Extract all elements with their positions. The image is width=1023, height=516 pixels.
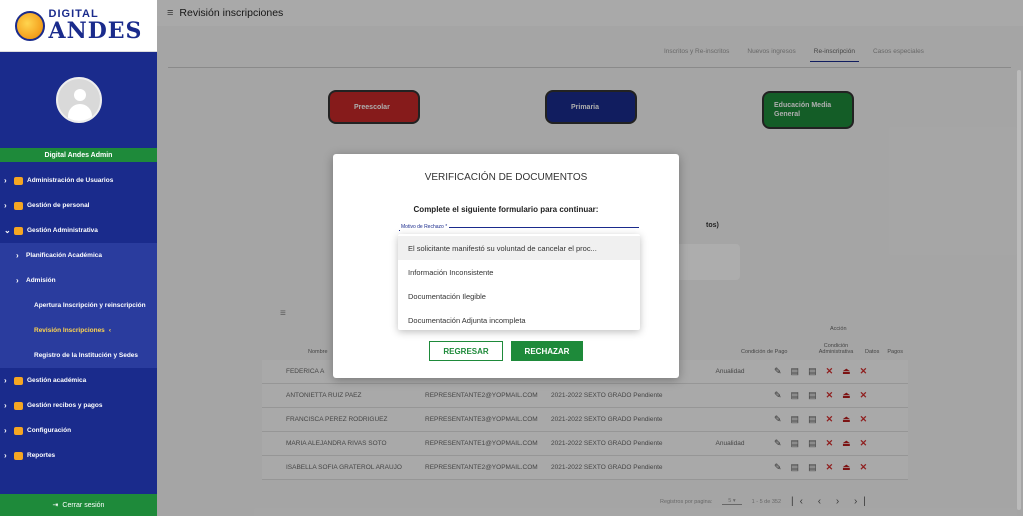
- dialog-actions: REGRESAR RECHAZAR: [333, 341, 679, 361]
- sidebar-item-reportes[interactable]: › Reportes: [0, 443, 157, 468]
- logout-label: Cerrar sesión: [62, 501, 105, 509]
- chevron-left-icon: ‹: [108, 327, 111, 334]
- sidebar-item-label: Revisión Inscripciones: [34, 327, 105, 334]
- chart-icon: [14, 451, 23, 460]
- sidebar-item-label: Configuración: [27, 427, 72, 434]
- back-button[interactable]: REGRESAR: [429, 341, 503, 361]
- sidebar-item-apertura[interactable]: Apertura Inscripción y reinscripción: [0, 293, 157, 318]
- reject-button[interactable]: RECHAZAR: [511, 341, 583, 361]
- folder-icon: [14, 401, 23, 410]
- sidebar-item-label: Gestión de personal: [27, 202, 90, 209]
- chevron-right-icon: ›: [4, 201, 7, 210]
- logo: DIGITAL ANDES: [0, 0, 157, 52]
- chevron-right-icon: ›: [4, 176, 7, 185]
- sidebar-menu: › Administración de Usuarios › Gestión d…: [0, 168, 157, 468]
- sidebar-item-registro[interactable]: Registro de la Institución y Sedes: [0, 343, 157, 368]
- option-illegible-docs[interactable]: Documentación Ilegible: [398, 284, 640, 308]
- sidebar-item-label: Admisión: [26, 277, 56, 284]
- sidebar-item-configuracion[interactable]: › Configuración: [0, 418, 157, 443]
- sidebar-item-revision[interactable]: Revisión Inscripciones ‹: [0, 318, 157, 343]
- sidebar-item-label: Registro de la Institución y Sedes: [34, 352, 139, 359]
- bank-icon: [14, 376, 23, 385]
- option-inconsistent-info[interactable]: Información Inconsistente: [398, 260, 640, 284]
- chevron-right-icon: ›: [4, 401, 7, 410]
- chevron-right-icon: ›: [4, 426, 7, 435]
- option-cancel-request[interactable]: El solicitante manifestó su voluntad de …: [398, 236, 640, 260]
- sidebar-item-label: Gestión Administrativa: [27, 227, 98, 234]
- avatar: [55, 77, 102, 123]
- chevron-right-icon: ›: [4, 376, 7, 385]
- people-icon: [14, 226, 23, 235]
- sidebar-item-usuarios[interactable]: › Administración de Usuarios: [0, 168, 157, 193]
- dialog-subtitle: Complete el siguiente formulario para co…: [413, 205, 599, 214]
- chevron-down-icon: ⌄: [4, 226, 11, 235]
- logo-line2: ANDES: [48, 18, 143, 44]
- logout-button[interactable]: ⇥ Cerrar sesión: [0, 494, 157, 516]
- people-icon: [14, 201, 23, 210]
- rejection-reason-label: Motivo de Rechazo *: [399, 224, 450, 230]
- sidebar-item-planificacion[interactable]: › Planificación Académica: [0, 243, 157, 268]
- sidebar-item-academica[interactable]: › Gestión académica: [0, 368, 157, 393]
- user-name: Digital Andes Admin: [0, 148, 157, 162]
- option-incomplete-docs[interactable]: Documentación Adjunta incompleta: [398, 308, 640, 332]
- dialog-title: VERIFICACIÓN DE DOCUMENTOS: [424, 172, 588, 183]
- sidebar-item-label: Planificación Académica: [26, 252, 102, 259]
- sidebar-item-label: Gestión académica: [27, 377, 87, 384]
- sidebar-item-administrativa[interactable]: ⌄ Gestión Administrativa: [0, 218, 157, 243]
- users-icon: [14, 176, 23, 185]
- sidebar-item-admision[interactable]: › Admisión: [0, 268, 157, 293]
- rejection-reason-options: El solicitante manifestó su voluntad de …: [398, 234, 640, 330]
- chevron-right-icon: ›: [16, 276, 19, 285]
- chevron-right-icon: ›: [4, 451, 7, 460]
- sidebar-item-label: Reportes: [27, 452, 56, 459]
- logout-icon: ⇥: [52, 502, 59, 509]
- gear-icon: [14, 426, 23, 435]
- sidebar: DIGITAL ANDES Digital Andes Admin › Admi…: [0, 0, 157, 516]
- sidebar-item-label: Gestión recibos y pagos: [27, 402, 103, 409]
- sidebar-item-recibos[interactable]: › Gestión recibos y pagos: [0, 393, 157, 418]
- scrollbar[interactable]: [1017, 70, 1021, 510]
- sidebar-item-personal[interactable]: › Gestión de personal: [0, 193, 157, 218]
- sidebar-item-label: Administración de Usuarios: [27, 177, 114, 184]
- profile: [0, 52, 157, 148]
- globe-logo-icon: [14, 10, 45, 41]
- sidebar-item-label: Apertura Inscripción y reinscripción: [34, 302, 146, 309]
- chevron-right-icon: ›: [16, 251, 19, 260]
